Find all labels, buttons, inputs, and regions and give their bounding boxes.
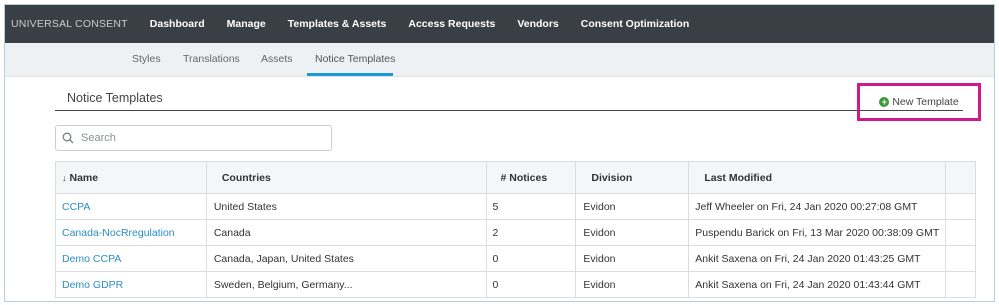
search-icon	[62, 132, 74, 144]
templates-table: ↓ Name Countries # Notices Division Last…	[55, 161, 976, 298]
column-header-notices[interactable]: # Notices	[487, 162, 577, 193]
actions-cell	[946, 194, 976, 219]
notices-cell: 0	[487, 272, 577, 297]
sort-arrow-down-icon: ↓	[62, 172, 67, 183]
last-modified-cell: Puspendu Barick on Fri, 13 Mar 2020 00:3…	[689, 220, 947, 245]
template-name-link[interactable]: Demo CCPA	[62, 253, 121, 265]
countries-cell: Canada	[207, 220, 487, 245]
app-frame: UNIVERSAL CONSENT Dashboard Manage Templ…	[4, 4, 995, 302]
last-modified-cell: Ankit Saxena on Fri, 24 Jan 2020 01:43:2…	[689, 246, 947, 271]
notices-cell: 2	[487, 220, 577, 245]
nav-manage[interactable]: Manage	[227, 18, 266, 30]
add-circle-icon: +	[879, 97, 890, 107]
page-title: Notice Templates	[67, 91, 163, 105]
new-template-label: New Template	[892, 96, 959, 108]
nav-consent-optimization[interactable]: Consent Optimization	[581, 18, 690, 30]
column-header-last-modified[interactable]: Last Modified	[689, 162, 947, 193]
last-modified-cell: Jeff Wheeler on Fri, 24 Jan 2020 00:27:0…	[689, 194, 947, 219]
search-input[interactable]	[81, 132, 311, 144]
nav-access-requests[interactable]: Access Requests	[408, 18, 495, 30]
table-row: Demo CCPA Canada, Japan, United States 0…	[56, 246, 976, 272]
column-header-countries[interactable]: Countries	[207, 162, 487, 193]
actions-cell	[946, 246, 976, 271]
last-modified-cell: Ankit Saxena on Fri, 24 Jan 2020 01:43:4…	[689, 272, 947, 297]
tab-translations[interactable]: Translations	[183, 53, 240, 65]
new-template-button[interactable]: + New Template	[857, 83, 981, 121]
countries-cell: Sweden, Belgium, Germany...	[207, 272, 487, 297]
column-header-label: Name	[69, 171, 99, 184]
column-header-actions	[946, 162, 976, 193]
title-divider	[55, 110, 963, 111]
notices-cell: 5	[487, 194, 577, 219]
tab-assets[interactable]: Assets	[261, 53, 293, 65]
division-cell: Evidon	[576, 220, 690, 245]
nav-vendors[interactable]: Vendors	[517, 18, 558, 30]
nav-templates-assets[interactable]: Templates & Assets	[288, 18, 387, 30]
brand-label: UNIVERSAL CONSENT	[11, 18, 128, 30]
division-cell: Evidon	[576, 194, 690, 219]
division-cell: Evidon	[576, 272, 690, 297]
table-row: CCPA United States 5 Evidon Jeff Wheeler…	[56, 194, 976, 220]
table-row: Demo GDPR Sweden, Belgium, Germany... 0 …	[56, 272, 976, 298]
actions-cell	[946, 220, 976, 245]
template-name-link[interactable]: Demo GDPR	[62, 279, 123, 291]
table-row: Canada-NocRregulation Canada 2 Evidon Pu…	[56, 220, 976, 246]
tab-styles[interactable]: Styles	[132, 53, 161, 65]
column-header-name[interactable]: ↓ Name	[56, 162, 207, 193]
sub-navigation: Styles Translations Assets Notice Templa…	[5, 43, 994, 77]
column-header-division[interactable]: Division	[576, 162, 690, 193]
notices-cell: 0	[487, 246, 577, 271]
table-header-row: ↓ Name Countries # Notices Division Last…	[56, 162, 976, 194]
division-cell: Evidon	[576, 246, 690, 271]
nav-dashboard[interactable]: Dashboard	[150, 18, 205, 30]
template-name-link[interactable]: Canada-NocRregulation	[62, 227, 175, 239]
top-navigation: UNIVERSAL CONSENT Dashboard Manage Templ…	[5, 5, 994, 43]
template-name-link[interactable]: CCPA	[62, 201, 90, 213]
countries-cell: United States	[207, 194, 487, 219]
actions-cell	[946, 272, 976, 297]
countries-cell: Canada, Japan, United States	[207, 246, 487, 271]
active-tab-indicator	[307, 73, 393, 76]
tab-notice-templates[interactable]: Notice Templates	[315, 53, 395, 65]
search-box[interactable]	[55, 125, 332, 151]
